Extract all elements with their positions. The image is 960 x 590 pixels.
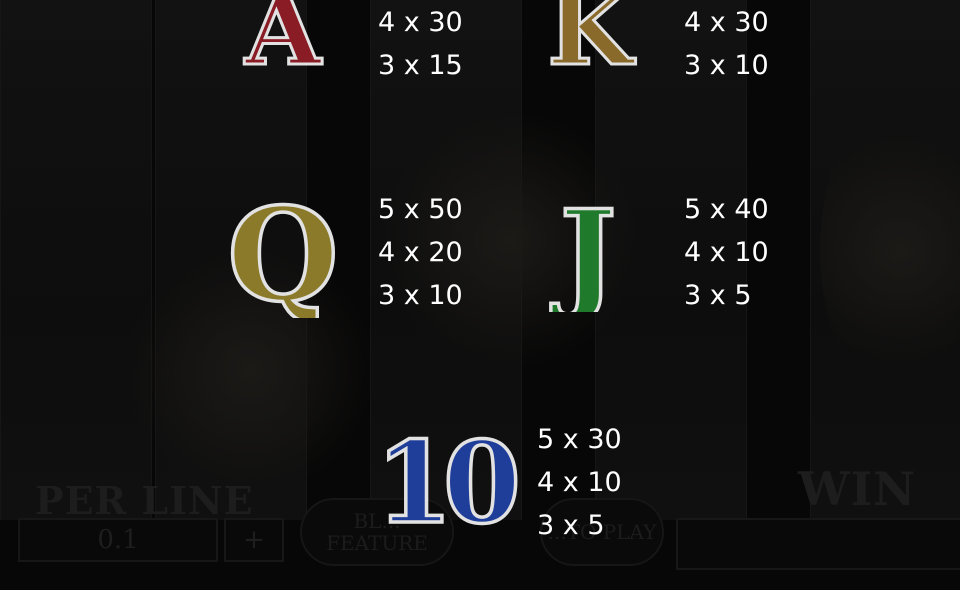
svg-text:J: J — [551, 192, 617, 312]
payout-line: 4 x 30 — [378, 7, 463, 38]
bet-plus-button: + — [224, 518, 284, 562]
payout-line: 5 x 50 — [378, 194, 463, 225]
number-10-symbol-icon: 10 — [368, 430, 518, 535]
payout-line: 3 x 5 — [684, 280, 752, 311]
payout-line: 4 x 10 — [684, 237, 769, 268]
payout-line: 4 x 10 — [537, 467, 622, 498]
letter-a-symbol-icon: A — [228, 0, 338, 77]
payout-line: 4 x 30 — [684, 7, 769, 38]
payout-line: 3 x 10 — [684, 50, 769, 81]
letter-j-symbol-icon: J — [548, 192, 628, 312]
win-value-box — [676, 518, 960, 570]
symbol-j-payouts: 5 x 40 4 x 10 3 x 5 — [684, 188, 769, 317]
per-line-label: PER LINE — [35, 478, 254, 523]
symbol-k-payouts: 4 x 30 3 x 10 — [684, 1, 769, 87]
letter-k-symbol-icon: K — [535, 0, 645, 77]
svg-text:Q: Q — [227, 188, 339, 318]
symbol-10-payouts: 5 x 30 4 x 10 3 x 5 — [537, 418, 622, 547]
payout-line: 5 x 40 — [684, 194, 769, 225]
win-label: WIN — [798, 462, 917, 516]
payout-line: 3 x 15 — [378, 50, 463, 81]
payout-line: 4 x 20 — [378, 237, 463, 268]
payout-line: 3 x 5 — [537, 510, 605, 541]
payout-line: 3 x 10 — [378, 280, 463, 311]
symbol-q-payouts: 5 x 50 4 x 20 3 x 10 — [378, 188, 463, 317]
svg-text:10: 10 — [375, 430, 516, 535]
letter-q-symbol-icon: Q — [226, 188, 341, 318]
symbol-a-payouts: 4 x 30 3 x 15 — [378, 1, 463, 87]
svg-text:K: K — [547, 0, 636, 77]
reel-column — [0, 0, 152, 520]
payout-line: 5 x 30 — [537, 424, 622, 455]
svg-text:A: A — [244, 0, 323, 77]
per-line-value: 0.1 — [18, 518, 218, 562]
